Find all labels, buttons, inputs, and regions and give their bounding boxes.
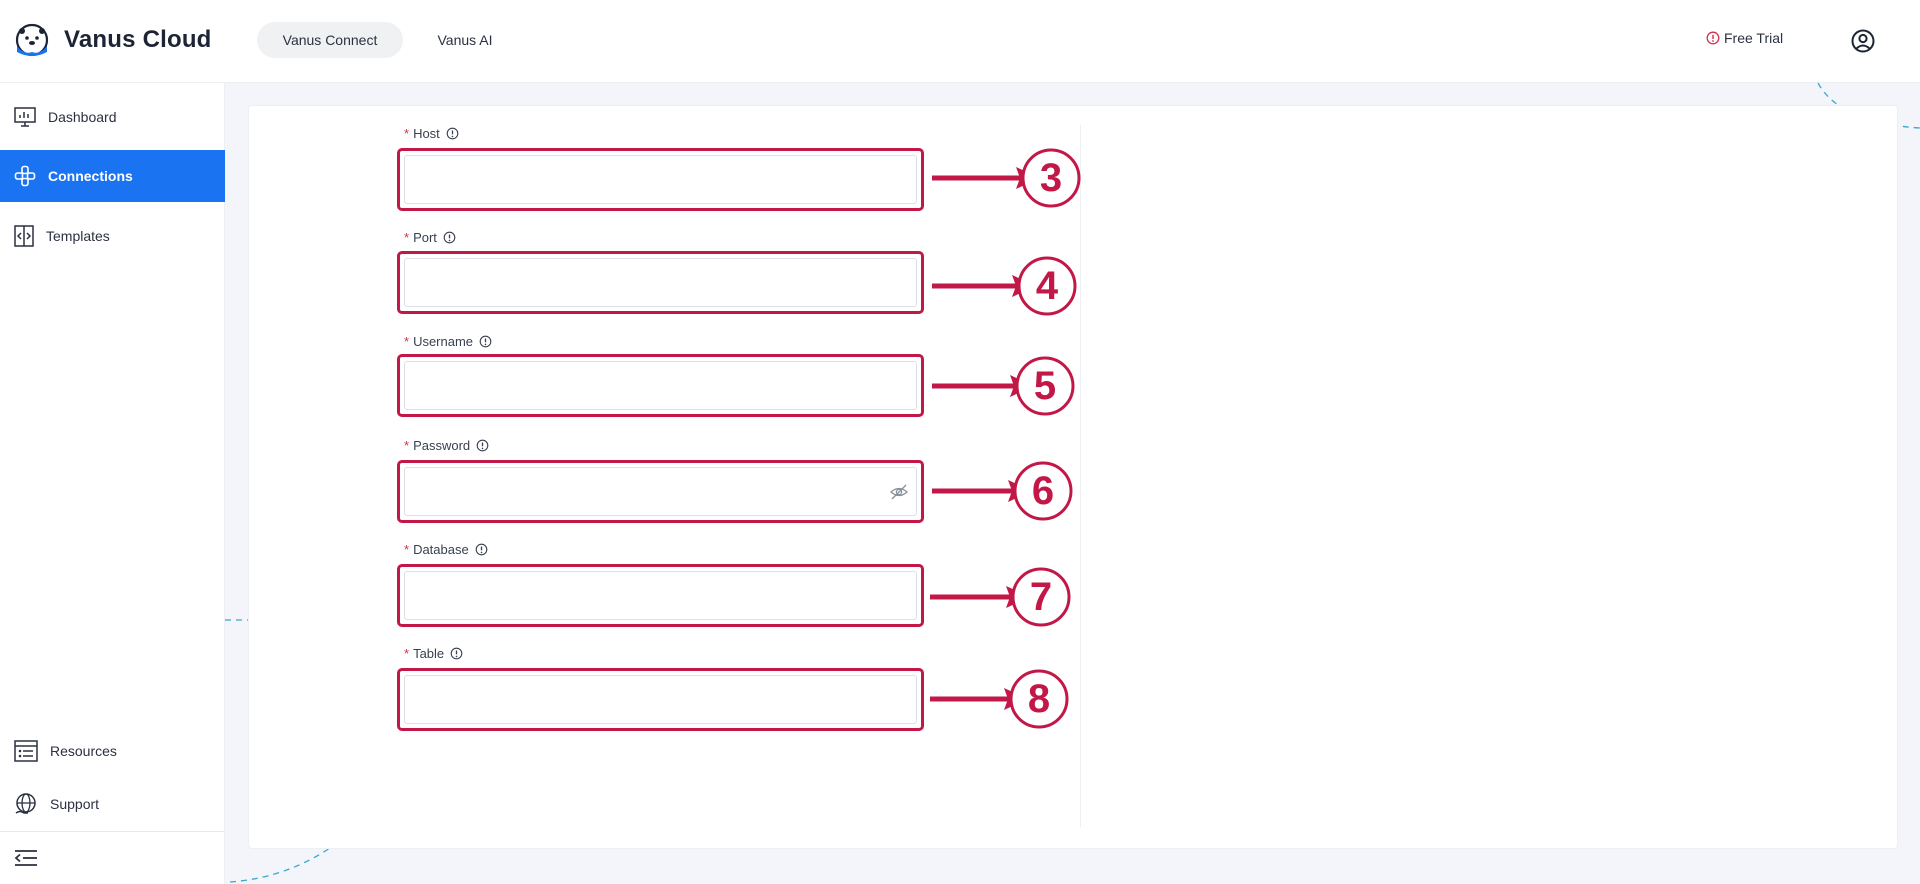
- info-icon[interactable]: [446, 127, 459, 140]
- info-icon[interactable]: [475, 543, 488, 556]
- dashboard-icon: [14, 107, 36, 127]
- tab-label: Vanus AI: [437, 32, 493, 48]
- resources-icon: [14, 740, 38, 762]
- password-label: * Password: [404, 438, 489, 453]
- field-label-text: Username: [413, 334, 474, 349]
- host-label: * Host: [404, 126, 459, 141]
- tab-label: Vanus Connect: [282, 32, 378, 48]
- sidebar-item-label: Support: [50, 796, 100, 812]
- sidebar: Dashboard Connections Templates Resource…: [0, 83, 225, 884]
- host-field-highlight: [397, 148, 924, 211]
- field-label-text: Port: [413, 230, 437, 245]
- username-field-highlight: [397, 354, 924, 417]
- required-asterisk: *: [404, 126, 410, 141]
- user-account-icon[interactable]: [1850, 28, 1876, 54]
- otter-logo-icon: [15, 23, 49, 57]
- sidebar-item-label: Dashboard: [48, 109, 117, 125]
- annotation-number: 7: [1030, 575, 1052, 619]
- app-name: Vanus Cloud: [64, 26, 212, 53]
- sidebar-item-label: Resources: [50, 743, 117, 759]
- collapse-menu-icon[interactable]: [14, 849, 38, 867]
- connections-icon: [14, 165, 36, 187]
- database-label: * Database: [404, 542, 488, 557]
- templates-icon: [14, 225, 34, 247]
- annotation-callout-6: 6: [932, 461, 1073, 521]
- port-field-highlight: [397, 251, 924, 314]
- tab-vanus-ai[interactable]: Vanus AI: [415, 22, 515, 58]
- table-field-highlight: [397, 668, 924, 731]
- annotation-callout-4: 4: [932, 256, 1077, 316]
- annotation-number: 8: [1028, 677, 1050, 721]
- required-asterisk: *: [404, 646, 410, 661]
- password-input[interactable]: [404, 467, 917, 516]
- table-label: * Table: [404, 646, 463, 661]
- field-label-text: Database: [413, 542, 469, 557]
- decorative-dashed-line: [225, 619, 250, 621]
- sidebar-item-templates[interactable]: Templates: [0, 210, 225, 262]
- annotation-callout-3: 3: [932, 148, 1081, 208]
- free-trial-link[interactable]: Free Trial: [1706, 30, 1783, 46]
- password-field-highlight: [397, 460, 924, 523]
- sidebar-item-connections[interactable]: Connections: [0, 150, 225, 202]
- info-icon[interactable]: [479, 335, 492, 348]
- decorative-dashed-line: [229, 848, 331, 883]
- sidebar-item-resources[interactable]: Resources: [0, 725, 225, 777]
- tab-vanus-connect[interactable]: Vanus Connect: [257, 22, 403, 58]
- eye-hidden-icon[interactable]: [889, 482, 909, 502]
- free-trial-label: Free Trial: [1724, 30, 1784, 46]
- database-input[interactable]: [404, 571, 917, 620]
- field-label-text: Host: [413, 126, 440, 141]
- top-header: Vanus Cloud Vanus Connect Vanus AI Free …: [0, 0, 1920, 83]
- username-input[interactable]: [404, 361, 917, 410]
- port-label: * Port: [404, 230, 456, 245]
- required-asterisk: *: [404, 438, 410, 453]
- annotation-callout-7: 7: [930, 567, 1071, 627]
- sidebar-item-label: Templates: [46, 228, 110, 244]
- annotation-callout-8: 8: [930, 669, 1069, 729]
- support-icon: [15, 793, 36, 814]
- annotation-number: 5: [1034, 364, 1056, 408]
- table-input[interactable]: [404, 675, 917, 724]
- sidebar-item-support[interactable]: Support: [0, 778, 225, 830]
- info-icon[interactable]: [476, 439, 489, 452]
- annotation-callout-5: 5: [932, 356, 1075, 416]
- info-icon[interactable]: [450, 647, 463, 660]
- sidebar-item-dashboard[interactable]: Dashboard: [0, 91, 225, 143]
- field-label-text: Password: [413, 438, 471, 453]
- field-label-text: Table: [413, 646, 445, 661]
- app-logo[interactable]: Vanus Cloud: [14, 22, 212, 58]
- database-field-highlight: [397, 564, 924, 627]
- port-input[interactable]: [404, 258, 917, 307]
- required-asterisk: *: [404, 542, 410, 557]
- annotation-number: 3: [1040, 156, 1062, 200]
- sidebar-divider: [0, 831, 225, 832]
- required-asterisk: *: [404, 230, 410, 245]
- username-label: * Username: [404, 334, 492, 349]
- info-icon[interactable]: [443, 231, 456, 244]
- host-input[interactable]: [404, 155, 917, 204]
- sidebar-item-label: Connections: [48, 168, 133, 184]
- alert-circle-icon: [1706, 31, 1720, 45]
- annotation-number: 6: [1032, 469, 1054, 513]
- annotation-number: 4: [1036, 264, 1059, 308]
- required-asterisk: *: [404, 334, 410, 349]
